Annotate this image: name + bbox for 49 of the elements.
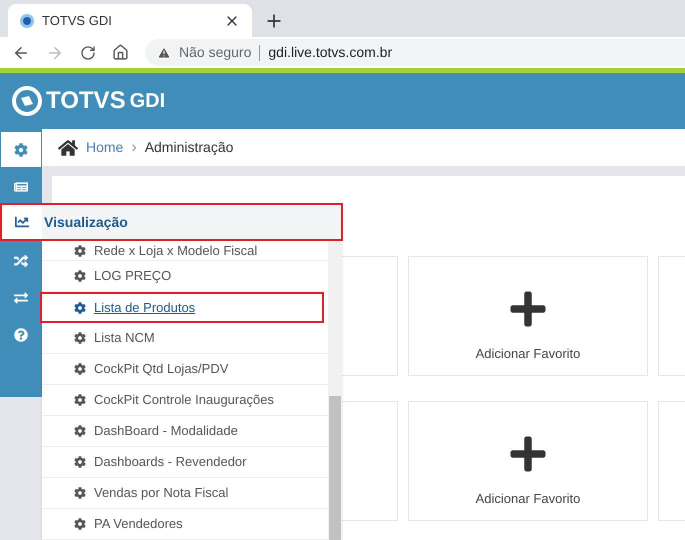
gear-icon — [74, 332, 86, 344]
address-field[interactable]: Não seguro gdi.live.totvs.com.br — [145, 39, 685, 66]
menu-item[interactable]: Lista NCM — [42, 323, 328, 354]
help-icon — [14, 328, 28, 342]
gear-icon — [74, 456, 86, 468]
reload-icon[interactable] — [80, 44, 96, 60]
menu-item[interactable]: Rede x Loja x Modelo Fiscal — [42, 241, 328, 261]
sidebar-button[interactable] — [0, 131, 42, 168]
settings-icon — [14, 142, 28, 156]
product-name: GDI — [130, 89, 166, 114]
exchange-arrows-icon — [14, 290, 28, 304]
gear-icon — [74, 244, 86, 256]
menu-item[interactable]: PA Vendedores — [42, 509, 328, 540]
menu-item[interactable]: CockPit Controle Inaugurações — [42, 385, 328, 416]
menu-item[interactable]: DashBoard - Modalidade — [42, 416, 328, 447]
menu-item[interactable]: Lista de Produtos — [40, 292, 324, 323]
gear-icon — [74, 487, 86, 499]
menu-item[interactable]: LOG PREÇO — [42, 261, 328, 292]
favorite-card[interactable]: Adicionar Favorito — [408, 401, 648, 521]
gear-icon — [74, 518, 86, 530]
url-text: gdi.live.totvs.com.br — [268, 43, 392, 62]
security-label: Não seguro — [179, 43, 252, 62]
menu-item[interactable]: Vendas por Nota Fiscal — [42, 478, 328, 509]
shuffle-icon — [14, 254, 28, 268]
gear-icon — [74, 270, 86, 282]
menu-item[interactable]: CockPit Qtd Lojas/PDV — [42, 354, 328, 385]
home-icon[interactable] — [112, 44, 129, 61]
menu-title: Visualização — [42, 205, 341, 239]
gear-icon — [74, 394, 86, 406]
warning-icon — [157, 46, 171, 60]
gear-icon — [74, 363, 86, 375]
browser-tab[interactable]: TOTVS GDI — [8, 4, 252, 37]
globe-logo-icon — [20, 14, 34, 28]
plus-icon — [508, 289, 548, 329]
favorite-card[interactable]: Adicionar Favorito — [408, 256, 648, 376]
menu-item[interactable]: Dashboards - Revendedor — [42, 447, 328, 478]
card-label: Adicionar Favorito — [476, 344, 580, 362]
breadcrumb-item[interactable]: Home — [86, 137, 124, 158]
breadcrumb-item: Administração — [144, 138, 234, 157]
breadcrumb-separator: › — [131, 138, 137, 158]
card-label: Adicionar Favorito — [476, 490, 580, 508]
logo-icon — [12, 86, 42, 116]
brand-name: TOTVS — [46, 86, 126, 116]
gear-icon — [74, 302, 86, 314]
tab-title: TOTVS GDI — [42, 12, 113, 30]
gear-icon — [74, 425, 86, 437]
report-icon — [14, 180, 28, 194]
plus-icon — [508, 434, 548, 474]
home-icon[interactable] — [58, 138, 78, 158]
